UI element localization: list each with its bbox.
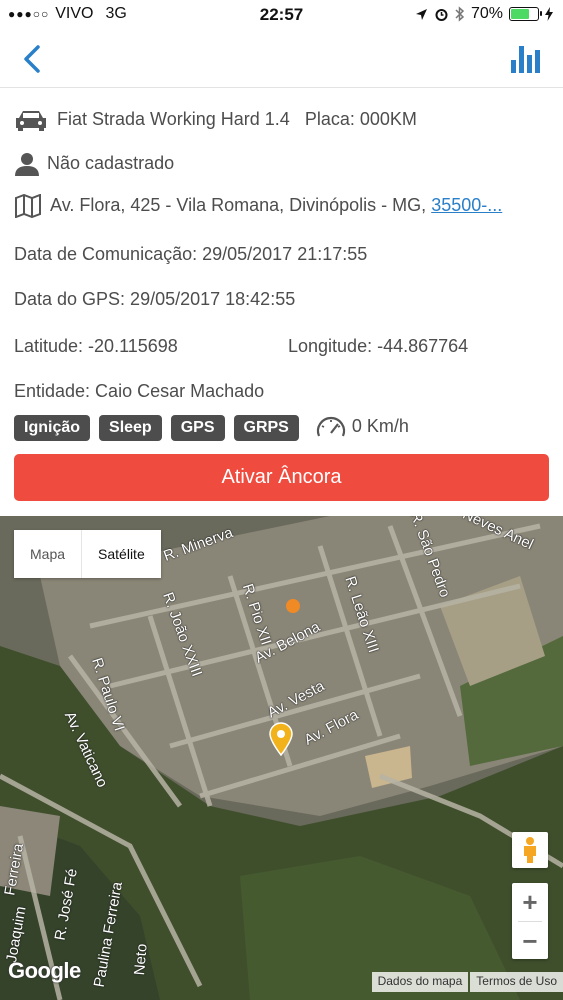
bluetooth-icon: [455, 6, 465, 22]
zoom-out-button[interactable]: −: [512, 922, 548, 960]
owner-row: Não cadastrado: [14, 151, 174, 177]
map-icon: [15, 194, 41, 218]
google-logo: Google: [8, 958, 81, 983]
location-arrow-icon: [415, 8, 427, 20]
street-label: Neto: [130, 942, 151, 977]
zoom-control: + −: [512, 883, 548, 959]
charging-icon: [545, 7, 553, 21]
terms-of-use-link[interactable]: Termos de Uso: [470, 972, 563, 992]
speed-text: 0 Km/h: [351, 415, 409, 436]
map-type-map-button[interactable]: Mapa: [14, 530, 81, 578]
activate-anchor-button[interactable]: Ativar Âncora: [14, 454, 549, 501]
back-button[interactable]: [18, 42, 48, 76]
badge-sleep: Sleep: [99, 414, 162, 441]
map-attribution: Dados do mapa Termos de Uso: [371, 972, 563, 992]
map-type-control: Mapa Satélite: [14, 530, 161, 578]
badge-gps: GPS: [170, 414, 225, 441]
gps-date: Data do GPS: 29/05/2017 18:42:55: [14, 289, 296, 309]
statistics-button[interactable]: [509, 43, 543, 75]
vehicle-name: Fiat Strada Working Hard 1.4: [57, 108, 290, 129]
status-bar: ●●●○○ VIVO 3G 22:57 70%: [0, 0, 563, 30]
badge-grps: GRPS: [233, 414, 299, 441]
status-right: 70%: [415, 5, 553, 23]
person-icon: [15, 153, 39, 176]
chevron-left-icon: [24, 45, 40, 73]
owner-text: Não cadastrado: [47, 152, 175, 173]
pegman-icon: [524, 837, 536, 863]
bar-chart-icon: [511, 46, 540, 73]
latitude: Latitude: -20.115698: [14, 336, 178, 356]
nav-bar: [0, 30, 563, 88]
map[interactable]: R. Minerva R. João XXIII R. Pio XII R. L…: [0, 516, 563, 1000]
entity: Entidade: Caio Cesar Machado: [14, 381, 265, 401]
address-text: Av. Flora, 425 - Vila Romana, Divinópoli…: [50, 194, 427, 215]
map-data-link[interactable]: Dados do mapa: [371, 972, 469, 992]
alarm-icon: [435, 8, 448, 21]
car-icon: [16, 111, 46, 131]
address-zip-link[interactable]: 35500-...: [431, 195, 502, 215]
badge-ignition: Ignição: [14, 414, 91, 441]
vehicle-row: Fiat Strada Working Hard 1.4 Placa: 000K…: [14, 108, 417, 132]
comm-date: Data de Comunicação: 29/05/2017 21:17:55: [14, 244, 368, 264]
vehicle-plate: Placa: 000KM: [304, 108, 417, 129]
map-type-satellite-button[interactable]: Satélite: [81, 530, 161, 578]
zoom-in-button[interactable]: +: [512, 883, 548, 921]
speedometer-icon: [316, 416, 345, 437]
status-badges: Ignição Sleep GPS GRPS 0 Km/h: [14, 414, 409, 441]
battery-icon: [509, 7, 542, 21]
longitude: Longitude: -44.867764: [288, 336, 469, 356]
battery-percent: 70%: [470, 5, 503, 22]
street-view-button[interactable]: [512, 832, 548, 868]
address-row: Av. Flora, 425 - Vila Romana, Divinópoli…: [14, 194, 502, 218]
vehicle-location-pin-icon[interactable]: [268, 722, 294, 756]
